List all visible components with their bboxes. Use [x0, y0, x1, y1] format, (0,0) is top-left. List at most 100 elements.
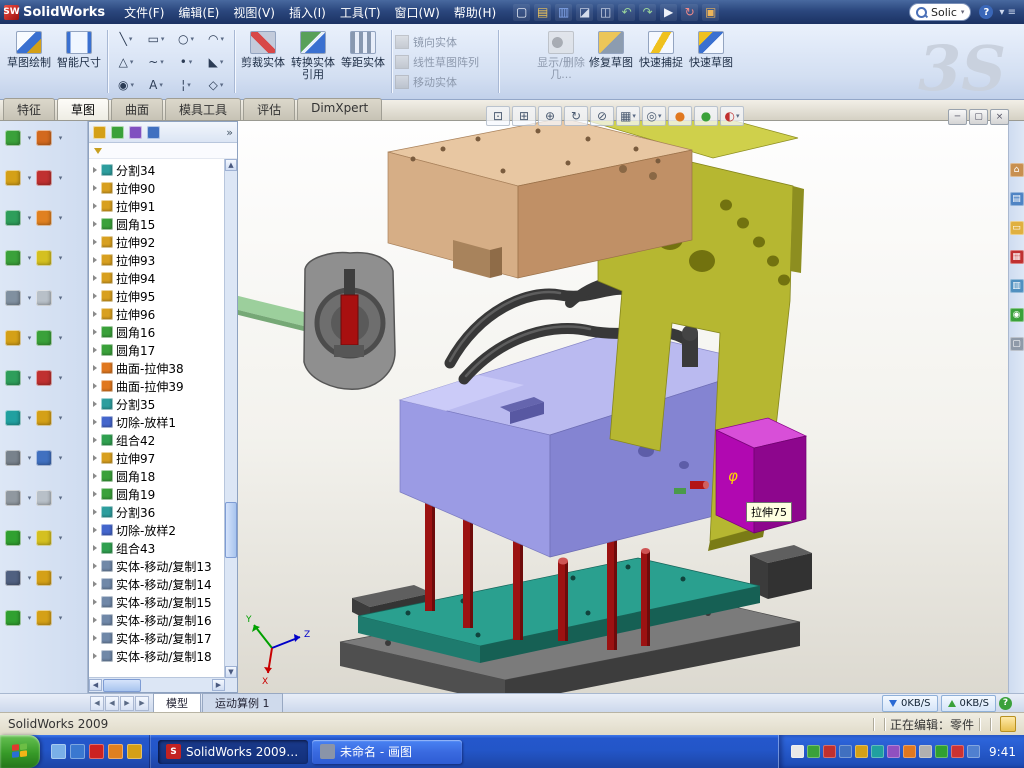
tree-item[interactable]: 曲面-拉伸39	[89, 377, 225, 395]
scrollbar-thumb[interactable]	[225, 502, 237, 558]
expand-arrow-icon[interactable]	[93, 563, 97, 569]
palette-icon[interactable]: ▥	[1010, 279, 1024, 293]
toolbar-overflow-icon[interactable]: ▾ ≡	[999, 7, 1016, 18]
tree-item[interactable]: 拉伸92	[89, 233, 225, 251]
feature-tool-icon[interactable]	[5, 250, 21, 266]
feature-tool-icon[interactable]	[36, 570, 52, 586]
tree-item[interactable]: 实体-移动/复制16	[89, 611, 225, 629]
tree-item[interactable]: 圆角19	[89, 485, 225, 503]
feature-tool-icon[interactable]	[5, 610, 21, 626]
circle-tool[interactable]: ○▾	[171, 27, 201, 50]
ribbon-tab[interactable]: 草图	[57, 98, 109, 120]
dropdown-arrow-icon[interactable]: ▾	[28, 254, 32, 262]
rebuild-icon[interactable]: ↻	[681, 4, 698, 21]
dropdown-arrow-icon[interactable]: ▾	[28, 374, 32, 382]
print-icon[interactable]: ◪	[576, 4, 593, 21]
zoom-in-out-icon[interactable]: ⊕	[538, 106, 562, 126]
net-help-icon[interactable]: ?	[999, 697, 1012, 710]
annotation-icon[interactable]	[1000, 716, 1016, 732]
centerpoint-arc-tool[interactable]: ◉▾	[111, 73, 141, 96]
dropdown-arrow-icon[interactable]: ▾	[59, 614, 63, 622]
tree-item[interactable]: 实体-移动/复制15	[89, 593, 225, 611]
text-tool[interactable]: A▾	[141, 73, 171, 96]
dropdown-arrow-icon[interactable]: ▾	[59, 174, 63, 182]
tray-icon[interactable]	[791, 745, 804, 758]
rectangle-tool[interactable]: ▭▾	[141, 27, 171, 50]
menu-item[interactable]: 工具(T)	[333, 1, 388, 24]
last-tab-icon[interactable]: ▶	[135, 696, 149, 711]
scroll-left-icon[interactable]: ◀	[89, 679, 102, 691]
panel-overflow-chevron[interactable]: »	[226, 126, 233, 139]
prev-tab-icon[interactable]: ◀	[105, 696, 119, 711]
appearance-icon[interactable]: ●	[668, 106, 692, 126]
search-input[interactable]: Solic ▾	[909, 3, 971, 21]
expand-arrow-icon[interactable]	[93, 617, 97, 623]
rapid-sketch-button[interactable]: 快速草图	[686, 26, 736, 97]
polygon-tool[interactable]: △▾	[111, 50, 141, 73]
dimxpertmanager-tab-icon[interactable]	[147, 126, 160, 139]
close-button[interactable]: ×	[990, 109, 1009, 125]
dropdown-arrow-icon[interactable]: ▾	[28, 174, 32, 182]
ribbon-tab[interactable]: DimXpert	[297, 98, 382, 120]
scene-icon[interactable]: ●	[694, 106, 718, 126]
convert-entities-button[interactable]: 转换实体引用	[288, 26, 338, 97]
scroll-up-icon[interactable]: ▲	[225, 159, 237, 171]
tray-icon[interactable]	[855, 745, 868, 758]
feature-tool-icon[interactable]	[36, 330, 52, 346]
bottom-tab[interactable]: 运动算例 1	[202, 693, 283, 714]
ribbon-tab[interactable]: 评估	[243, 98, 295, 120]
sketch-fillet-tool[interactable]: ◣▾	[201, 50, 231, 73]
tray-icon[interactable]	[935, 745, 948, 758]
expand-arrow-icon[interactable]	[93, 455, 97, 461]
custom-properties-icon[interactable]: ▢	[1010, 337, 1024, 351]
menu-item[interactable]: 帮助(H)	[447, 1, 503, 24]
configurationmanager-tab-icon[interactable]	[129, 126, 142, 139]
tree-horizontal-scrollbar[interactable]: ◀ ▶	[89, 677, 225, 692]
file-explorer-icon[interactable]: ▭	[1010, 221, 1024, 235]
centerline-tool[interactable]: ¦▾	[171, 73, 201, 96]
restore-button[interactable]: ▢	[969, 109, 988, 125]
feature-tool-icon[interactable]	[5, 330, 21, 346]
expand-arrow-icon[interactable]	[93, 167, 97, 173]
tree-item[interactable]: 圆角17	[89, 341, 225, 359]
feature-tool-icon[interactable]	[5, 490, 21, 506]
taskbar-task[interactable]: 未命名 - 画图	[312, 740, 462, 764]
dropdown-arrow-icon[interactable]: ▾	[59, 374, 63, 382]
tray-icon[interactable]	[919, 745, 932, 758]
zoom-window-icon[interactable]: ⊞	[512, 106, 536, 126]
expand-arrow-icon[interactable]	[93, 275, 97, 281]
expand-arrow-icon[interactable]	[93, 527, 97, 533]
expand-arrow-icon[interactable]	[93, 347, 97, 353]
tree-item[interactable]: 拉伸93	[89, 251, 225, 269]
graphics-viewport[interactable]: φ Y Z X 拉伸75	[238, 121, 1008, 693]
new-document-icon[interactable]: ▢	[513, 4, 530, 21]
feature-tool-icon[interactable]	[36, 130, 52, 146]
expand-arrow-icon[interactable]	[93, 581, 97, 587]
tree-item[interactable]: 拉伸96	[89, 305, 225, 323]
expand-arrow-icon[interactable]	[93, 365, 97, 371]
feature-tool-icon[interactable]	[36, 530, 52, 546]
tray-icon[interactable]	[839, 745, 852, 758]
dropdown-arrow-icon[interactable]: ▾	[59, 294, 63, 302]
assembly-model[interactable]: φ Y Z X	[238, 121, 1008, 693]
select-icon[interactable]: ▶	[660, 4, 677, 21]
dropdown-arrow-icon[interactable]: ▾	[28, 614, 32, 622]
feature-tool-icon[interactable]	[36, 210, 52, 226]
tray-icon[interactable]	[871, 745, 884, 758]
view-settings-icon[interactable]: ◐▾	[720, 106, 744, 126]
expand-arrow-icon[interactable]	[93, 329, 97, 335]
arc-tool[interactable]: ◠▾	[201, 27, 231, 50]
feature-tool-icon[interactable]	[5, 410, 21, 426]
ribbon-tab[interactable]: 曲面	[111, 98, 163, 120]
tree-item[interactable]: 圆角16	[89, 323, 225, 341]
feature-tool-icon[interactable]	[5, 570, 21, 586]
featuremanager-tab-icon[interactable]	[93, 126, 106, 139]
feature-tool-icon[interactable]	[36, 610, 52, 626]
plane-tool[interactable]: ◇▾	[201, 73, 231, 96]
tree-item[interactable]: 拉伸90	[89, 179, 225, 197]
expand-arrow-icon[interactable]	[93, 509, 97, 515]
tree-item[interactable]: 实体-移动/复制13	[89, 557, 225, 575]
feature-tool-icon[interactable]	[5, 130, 21, 146]
feature-tool-icon[interactable]	[36, 410, 52, 426]
tray-icon[interactable]	[967, 745, 980, 758]
